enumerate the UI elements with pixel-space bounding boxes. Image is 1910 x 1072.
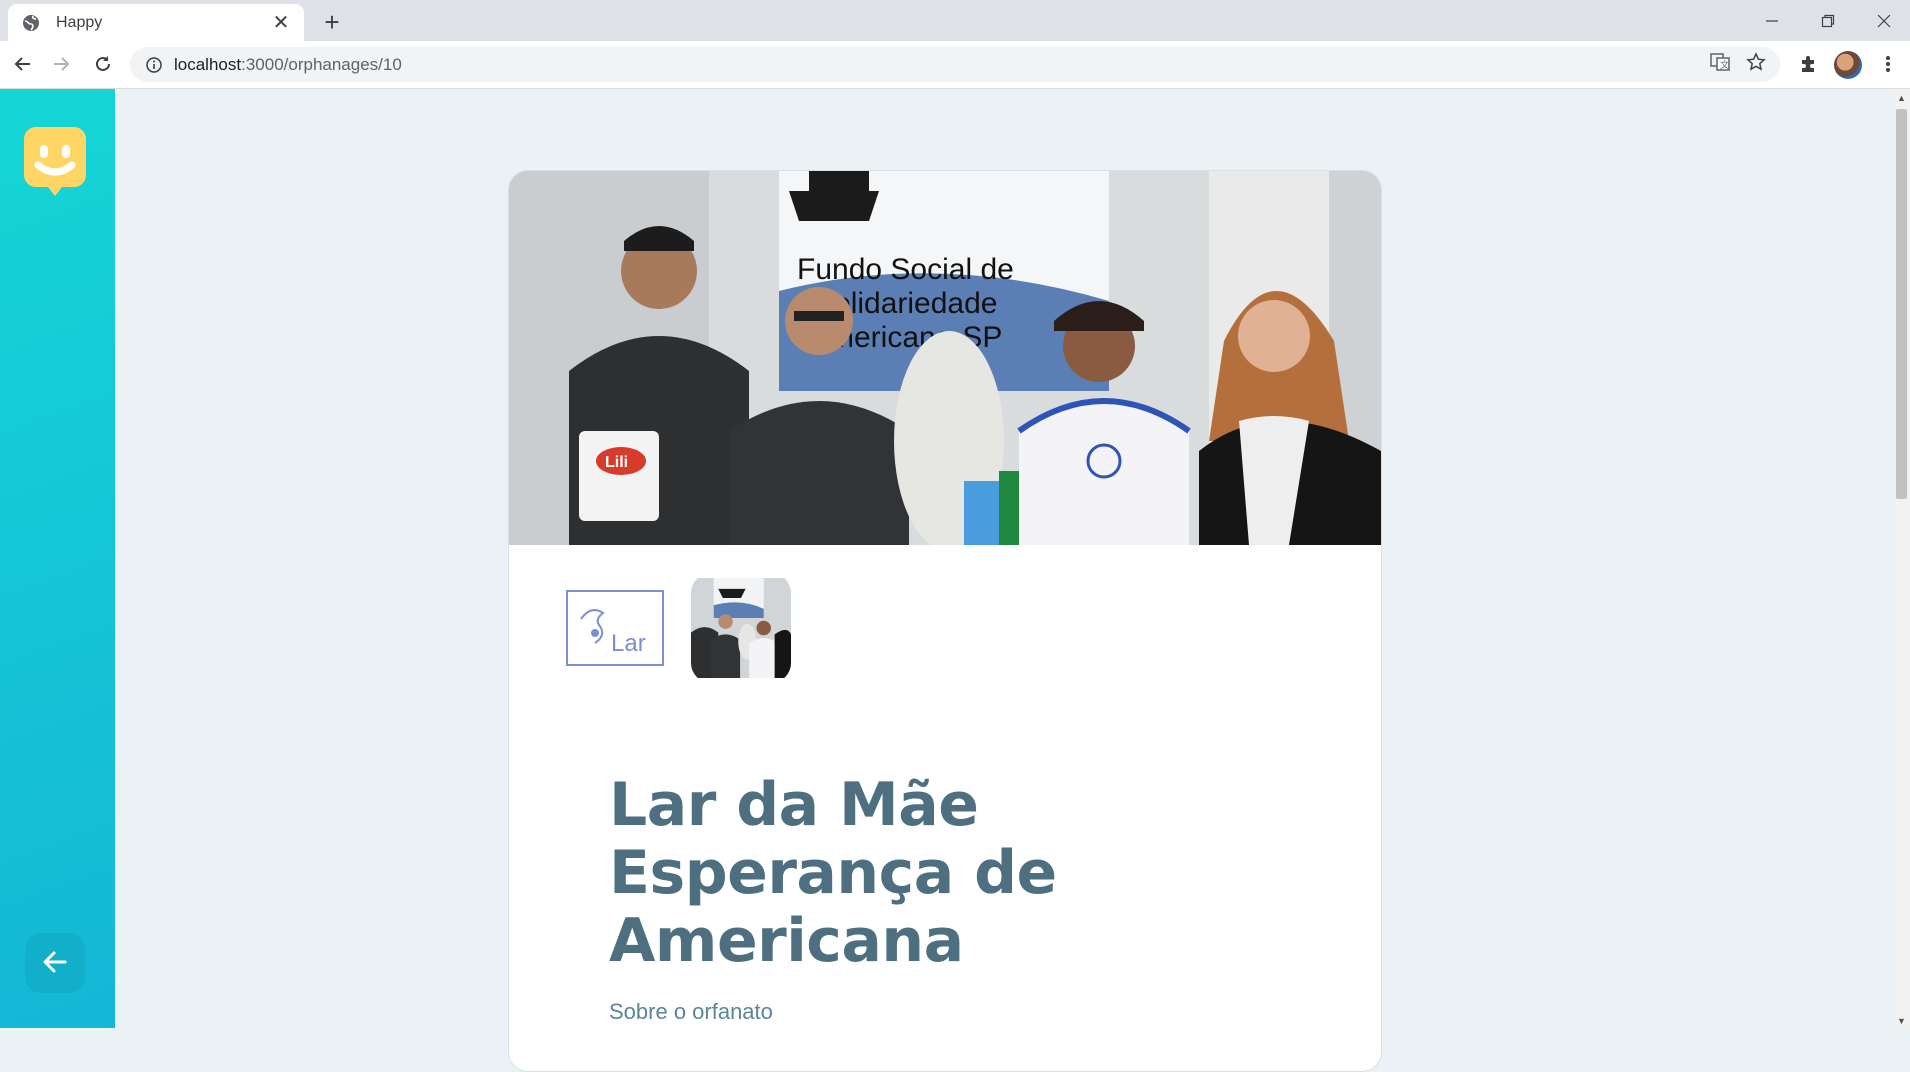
- profile-avatar[interactable]: [1834, 51, 1862, 79]
- browser-toolbar: localhost:3000/orphanages/10 文: [0, 41, 1910, 89]
- address-bar[interactable]: localhost:3000/orphanages/10 文: [130, 47, 1780, 82]
- url-path: :3000/orphanages/10: [241, 54, 402, 74]
- minimize-button[interactable]: [1744, 0, 1800, 41]
- scrollbar-thumb[interactable]: [1896, 109, 1907, 499]
- app-sidebar: [0, 89, 115, 1028]
- close-window-button[interactable]: [1856, 0, 1910, 41]
- url-text: localhost:3000/orphanages/10: [174, 55, 402, 75]
- translate-icon[interactable]: 文: [1710, 52, 1730, 77]
- browser-tab[interactable]: Happy ✕: [8, 4, 304, 41]
- forward-nav-button[interactable]: [46, 49, 76, 79]
- page-scrollbar[interactable]: ▲ ▼: [1893, 89, 1910, 1028]
- orphanage-name: Lar da Mãe Esperança de Americana: [609, 770, 1057, 976]
- banner-line1: Fundo Social de: [797, 253, 1014, 286]
- tab-title: Happy: [56, 13, 103, 31]
- about-heading: Sobre o orfanato: [609, 999, 773, 1024]
- browser-menu-icon[interactable]: [1874, 50, 1902, 78]
- photo-thumbnails: Lar: [565, 573, 791, 683]
- orphanage-main-photo: Fundo Social de Solidariedade Americana-…: [509, 171, 1381, 545]
- bookmark-star-icon[interactable]: [1746, 52, 1766, 77]
- back-nav-button[interactable]: [8, 49, 38, 79]
- thumbnail-photo[interactable]: [691, 573, 791, 683]
- back-button[interactable]: [25, 933, 85, 993]
- orphanage-details: Lar da Mãe Esperança de Americana Sobre …: [609, 771, 1129, 1025]
- close-tab-icon[interactable]: ✕: [268, 10, 294, 36]
- new-tab-button[interactable]: +: [318, 7, 346, 37]
- globe-icon: [20, 12, 42, 34]
- arrow-left-icon: [42, 949, 68, 978]
- orphanage-details-card: Fundo Social de Solidariedade Americana-…: [508, 170, 1382, 1072]
- bag-label: Lili: [605, 454, 628, 471]
- browser-tab-strip: Happy ✕ +: [0, 0, 1910, 41]
- scroll-down-arrow-icon[interactable]: ▼: [1897, 1016, 1906, 1026]
- thumbnail-logo[interactable]: Lar: [565, 573, 665, 683]
- restore-button[interactable]: [1800, 0, 1856, 41]
- svg-text:文: 文: [1720, 59, 1729, 71]
- reload-button[interactable]: [88, 49, 118, 79]
- happy-face-logo-icon: [24, 127, 86, 197]
- site-info-icon[interactable]: [144, 55, 164, 75]
- thumb-logo-text: Lar: [611, 630, 646, 657]
- scroll-up-arrow-icon[interactable]: ▲: [1897, 93, 1906, 103]
- extensions-puzzle-icon[interactable]: [1794, 50, 1822, 78]
- url-host: localhost: [174, 54, 242, 74]
